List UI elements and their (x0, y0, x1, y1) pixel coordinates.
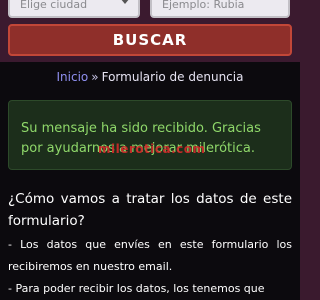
breadcrumb: Inicio» Formulario de denuncia (0, 70, 300, 84)
search-input[interactable]: Ejemplo: Rubia (150, 0, 290, 18)
search-button-label: BUSCAR (112, 31, 188, 49)
privacy-line: - Para poder recibir los datos, los tene… (8, 282, 265, 295)
breadcrumb-home-link[interactable]: Inicio (57, 70, 89, 84)
breadcrumb-current: Formulario de denuncia (101, 70, 244, 84)
privacy-text: - Los datos que envíes en este formulari… (8, 234, 292, 300)
watermark-stamp: milerotica.com (98, 142, 206, 156)
search-button[interactable]: BUSCAR (8, 24, 292, 56)
city-select-placeholder: Elige ciudad (20, 0, 88, 11)
city-select[interactable]: Elige ciudad (8, 0, 140, 18)
search-input-placeholder: Ejemplo: Rubia (162, 0, 245, 11)
chevron-down-icon (120, 0, 130, 4)
breadcrumb-separator: » (91, 70, 99, 84)
privacy-line: - Los datos que envíes en este formulari… (8, 238, 292, 273)
success-alert: Su mensaje ha sido recibido. Gracias por… (8, 100, 292, 170)
privacy-heading: ¿Cómo vamos a tratar los datos de este f… (8, 191, 292, 229)
